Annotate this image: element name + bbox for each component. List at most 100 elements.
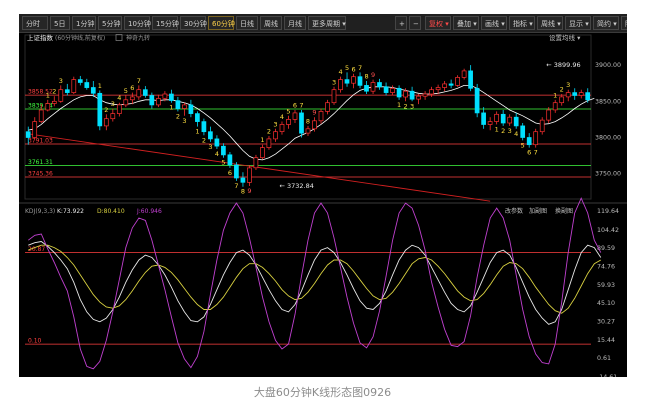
kdj-button-0[interactable]: 改参数 [505,207,523,215]
candle-36 [260,144,265,160]
candle-body-63 [435,87,441,91]
candle-70 [481,107,486,129]
period-tab-5[interactable]: 15分钟 [152,16,179,30]
period-tab-0[interactable]: 分时 [22,16,48,30]
candle-body-11 [97,92,103,127]
nine-turn-mark-8: 6 [130,84,134,92]
kdj-tick-label-3: 74.76 [597,263,615,270]
candle-body-15 [123,99,129,106]
tool-menu-1[interactable]: 叠加 ▾ [453,16,479,30]
candle-body-81 [552,102,558,111]
tool-menu-2[interactable]: 画线 ▾ [481,16,507,30]
period-tab-7[interactable]: 60分钟 [208,16,235,30]
candle-29 [214,135,220,150]
candle-body-61 [422,93,428,97]
candle-54 [377,78,382,90]
candle-body-78 [533,131,539,146]
nine-turn-mark-46: 6 [527,149,531,157]
price-tick-label-2: 3800.00 [595,134,621,141]
tool-menu-7[interactable]: 隐藏 ▾ [621,16,627,30]
kdj-name: KDJ(9,3,3) [25,208,55,215]
candle-body-44 [312,120,317,130]
candle-body-64 [442,83,447,88]
kdj-button-2[interactable]: 换副图 [555,207,573,215]
period-tab-11[interactable]: 更多周期 ▾ [308,16,346,30]
period-tab-3[interactable]: 5分钟 [98,16,122,30]
candle-43 [305,125,311,137]
candle-body-79 [539,119,545,133]
nine-turn-mark-6: 4 [117,94,121,102]
candle-body-70 [481,112,486,125]
tool-menu-0[interactable]: 复权 ▾ [425,16,451,30]
tool-menu-4[interactable]: 周线 ▾ [537,16,563,30]
nine-turn-mark-36: 8 [364,73,368,81]
candle-body-57 [396,87,402,98]
period-tab-4[interactable]: 10分钟 [124,16,151,30]
nine-turn-mark-22: 1 [260,136,264,144]
candle-49 [344,72,350,87]
candle-body-52 [364,85,369,92]
level-label-4: 3745.36 [28,171,53,178]
candle-61 [422,91,428,100]
candle-body-5 [58,89,64,102]
kdj-tick-label-8: 0.61 [597,355,611,362]
candle-68 [468,65,473,92]
candle-39 [279,121,285,135]
kdj-button-1[interactable]: 加副图 [529,207,547,215]
candle-57 [396,85,402,100]
nine-turn-mark-41: 1 [495,125,499,133]
candle-body-85 [578,92,584,96]
candle-76 [520,123,526,141]
nine-turn-mark-42: 2 [501,127,505,135]
price-tick-label-1: 3850.00 [595,98,621,105]
nine-turn-mark-28: 7 [299,101,303,109]
nine-turn-mark-0: 1 [46,91,50,99]
period-tab-10[interactable]: 月线 [284,16,306,30]
candle-body-58 [403,90,408,98]
nine-turn-mark-29: 8 [306,117,310,125]
candle-34 [247,164,252,186]
candle-body-26 [195,113,200,122]
tool-menu-5[interactable]: 显示 ▾ [565,16,591,30]
candle-86 [585,88,591,103]
zoom-button-0[interactable]: + [395,16,407,30]
nine-turn-mark-39: 2 [404,102,408,110]
kdj-d-label: D:80.410 [97,208,125,215]
period-tab-9[interactable]: 周线 [260,16,282,30]
candle-body-3 [45,103,51,111]
candle-74 [507,114,513,126]
candle-53 [370,79,376,95]
period-tab-2[interactable]: 1分钟 [72,16,96,30]
candle-body-86 [585,92,591,101]
period-tab-1[interactable]: 5日 [50,16,70,30]
candle-40 [286,115,291,129]
kdj-j-label: J:60.946 [136,208,162,215]
candle-body-16 [129,96,135,101]
candle-7 [71,76,77,95]
nine-turn-mark-13: 1 [195,128,199,136]
tool-menu-6[interactable]: 简约 ▾ [593,16,619,30]
candle-37 [266,136,272,150]
candle-48 [338,76,343,93]
candle-67 [461,68,467,80]
candle-body-31 [227,154,233,166]
candle-17 [136,85,142,100]
candle-body-30 [221,145,226,156]
chart-canvas: 上证指数 (60分钟线,前复权) 神奇九转 设置均线 ▾ 3900.00 3850.00 3… [19,33,627,377]
zoom-button-1[interactable]: − [409,16,421,30]
tool-menu-3[interactable]: 指标 ▾ [509,16,535,30]
main-title: 上证指数 [27,33,54,42]
period-tab-8[interactable]: 日线 [236,16,258,30]
candle-15 [123,95,129,108]
candle-body-72 [494,113,499,122]
period-tab-6[interactable]: 30分钟 [180,16,207,30]
candle-body-14 [116,104,122,114]
chart-window: 分时 5日 1分钟 5分钟 10分钟 15分钟 30分钟 60分钟 日线 周线 月线 更多周期 ▾ + −… [19,14,627,377]
nine-turn-mark-21: 9 [247,187,251,195]
candle-body-23 [175,100,181,109]
candle-body-29 [214,138,220,147]
price-annotation-0: ← 3899.96 [546,61,580,69]
candle-body-38 [273,131,278,140]
candle-9 [84,78,90,90]
nine-turn-mark-4: 2 [104,106,108,114]
